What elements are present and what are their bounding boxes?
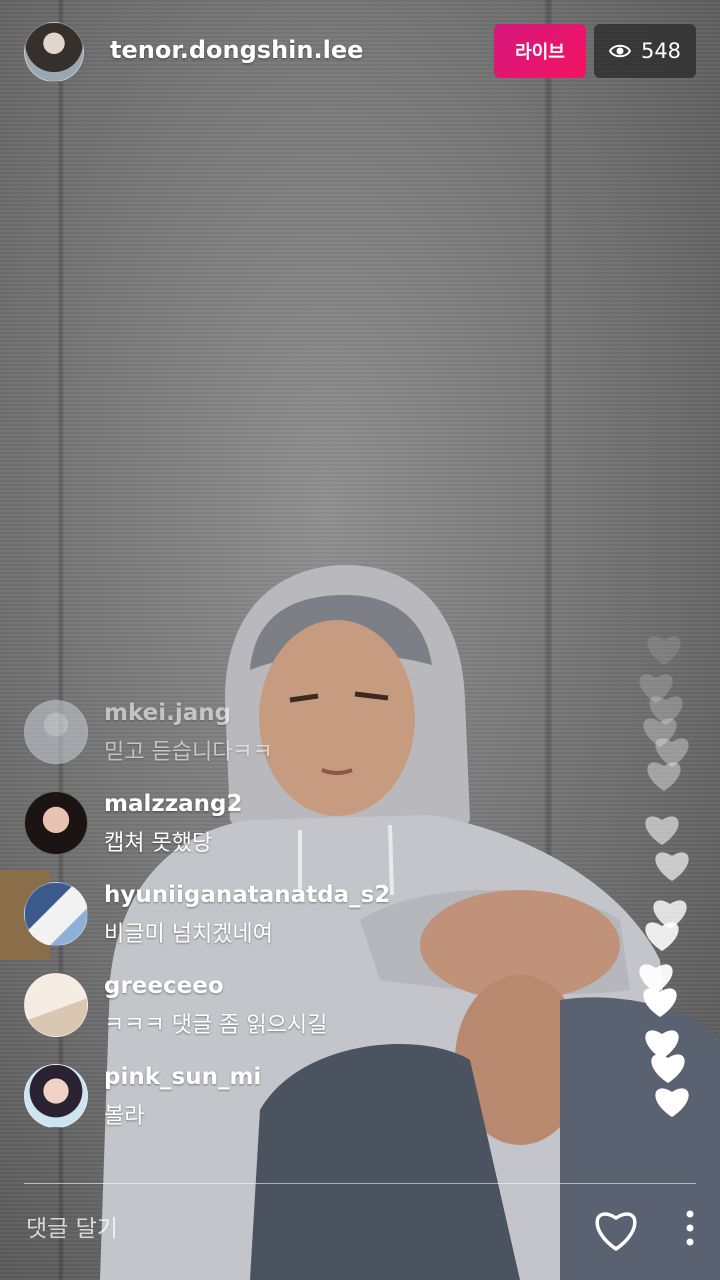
divider — [24, 1183, 696, 1184]
comment-username[interactable]: mkei.jang — [104, 700, 231, 726]
comment-text: ㅋㅋㅋ 댓글 좀 읽으시길 — [104, 1013, 328, 1038]
comment-username[interactable]: malzzang2 — [104, 791, 243, 817]
commenter-avatar[interactable] — [24, 973, 88, 1037]
commenter-avatar[interactable] — [24, 700, 88, 764]
comment-text: 비글미 넘치겠네여 — [104, 922, 273, 947]
commenter-avatar[interactable] — [24, 882, 88, 946]
viewer-count: 548 — [640, 39, 682, 63]
comment-item: pink_sun_mi 볼라 — [24, 1062, 604, 1153]
comment-item: greeceeo ㅋㅋㅋ 댓글 좀 읽으시길 — [24, 971, 604, 1062]
comment-username[interactable]: hyuniiganatanatda_s2 — [104, 882, 390, 908]
heart-icon — [645, 922, 679, 951]
floating-hearts — [632, 620, 702, 1130]
host-avatar[interactable] — [24, 22, 84, 82]
heart-icon — [655, 852, 689, 881]
more-vertical-icon[interactable] — [680, 1208, 700, 1248]
comment-item: malzzang2 캡쳐 못했당 — [24, 789, 604, 880]
comment-list: mkei.jang 믿고 듣습니다ㅋㅋ malzzang2 캡쳐 못했당 hyu… — [24, 698, 604, 1153]
comment-text: 믿고 듣습니다ㅋㅋ — [104, 740, 273, 765]
heart-icon — [647, 636, 681, 665]
commenter-avatar[interactable] — [24, 791, 88, 855]
heart-icon — [643, 988, 677, 1017]
comment-input[interactable] — [24, 1200, 548, 1258]
comment-item: hyuniiganatanatda_s2 비글미 넘치겠네여 — [24, 880, 604, 971]
heart-icon — [645, 816, 679, 845]
live-header: tenor.dongshin.lee 라이브 548 — [24, 22, 696, 82]
host-username[interactable]: tenor.dongshin.lee — [110, 36, 363, 64]
heart-icon — [651, 1054, 685, 1083]
comment-text: 볼라 — [104, 1104, 145, 1129]
comment-text: 캡쳐 못했당 — [104, 831, 213, 856]
heart-icon — [647, 762, 681, 791]
eye-icon — [608, 44, 631, 58]
comment-username[interactable]: greeceeo — [104, 973, 224, 999]
heart-outline-icon[interactable] — [590, 1206, 642, 1252]
heart-icon — [655, 1088, 689, 1117]
commenter-avatar[interactable] — [24, 1064, 88, 1128]
live-badge: 라이브 — [494, 24, 586, 78]
comment-username[interactable]: pink_sun_mi — [104, 1064, 261, 1090]
comment-item: mkei.jang 믿고 듣습니다ㅋㅋ — [24, 698, 604, 789]
viewer-count-badge[interactable]: 548 — [594, 24, 696, 78]
